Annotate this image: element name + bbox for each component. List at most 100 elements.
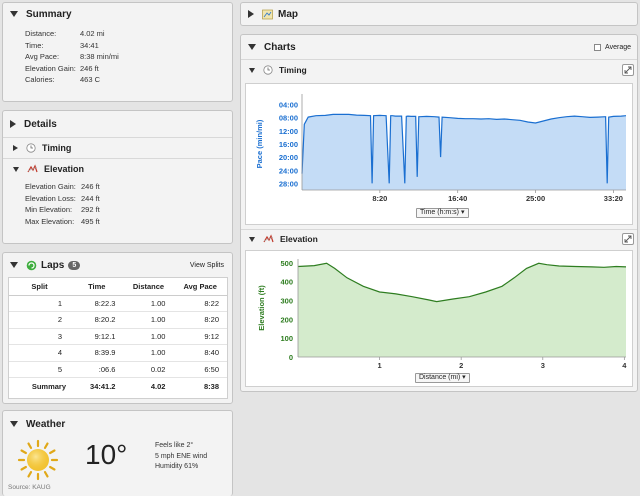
- x-tick-label: 8:20: [372, 194, 387, 203]
- timing-chart-box: 04:00 08:00 12:00 16:00 20:00 24:00 28:00 8:20 1…: [245, 83, 633, 225]
- map-header[interactable]: Map: [241, 3, 637, 25]
- details-timing-row[interactable]: Timing: [3, 138, 232, 158]
- charts-title: Charts: [264, 41, 296, 53]
- weather-panel: Weather 10° Feels like 2° 5 mph ENE wind…: [2, 410, 233, 496]
- details-title: Details: [24, 118, 57, 130]
- clock-icon: [26, 143, 36, 153]
- elevation-label: Elevation: [44, 164, 85, 174]
- view-splits-link[interactable]: View Splits: [190, 262, 224, 269]
- elevation-chart: 0 100 200 300 400 500 1 2 3 4 Elevation (ft): [257, 259, 627, 370]
- y-tick-label: 12:00: [279, 127, 298, 136]
- elevation-icon: [27, 164, 38, 173]
- average-checkbox[interactable]: [594, 43, 602, 51]
- summary-panel: Summary Distance: 4.02 mi Time: 34:41 Avg Pa…: [2, 2, 233, 102]
- laps-icon: [26, 260, 37, 270]
- collapse-icon[interactable]: [13, 166, 19, 172]
- y-tick-label: 500: [280, 259, 293, 268]
- summary-stat-row: Avg Pace: 8:38 min/mi: [25, 51, 232, 63]
- collapse-icon[interactable]: [248, 44, 256, 50]
- expand-icon[interactable]: [10, 120, 16, 128]
- table-cell: 4: [9, 344, 71, 362]
- table-row: 2 8:20.2 1.00 8:20: [9, 311, 227, 329]
- clock-icon: [263, 65, 273, 75]
- summary-stat-value: 8:38 min/mi: [80, 52, 119, 61]
- details-elevation-row[interactable]: Elevation: [3, 159, 232, 179]
- table-row: 1 8:22.3 1.00 8:22: [9, 295, 227, 312]
- table-cell: 1: [9, 295, 71, 312]
- laps-column-header[interactable]: Avg Pace: [173, 278, 227, 296]
- collapse-icon[interactable]: [10, 421, 18, 427]
- pace-chart: 04:00 08:00 12:00 16:00 20:00 24:00 28:00 8:20 1…: [255, 94, 627, 203]
- collapse-icon[interactable]: [249, 67, 255, 73]
- laps-column-header[interactable]: Distance: [123, 278, 174, 296]
- y-tick-label: 200: [280, 315, 293, 324]
- elevation-stat-value: 246 ft: [81, 182, 100, 191]
- elevation-x-dropdown-label: Distance (mi): [419, 374, 461, 381]
- summary-stat-value: 246 ft: [80, 63, 99, 73]
- table-cell: Summary: [31, 381, 67, 391]
- x-tick-label: 4: [622, 361, 627, 370]
- table-cell: 8:40: [173, 344, 227, 362]
- feels-like: Feels like 2°: [155, 442, 194, 449]
- table-cell: 0.02: [123, 361, 174, 378]
- summary-title: Summary: [26, 8, 72, 20]
- table-row: 5:06.6 0.02 6:50: [9, 361, 227, 378]
- elevation-chart-header[interactable]: Elevation: [241, 229, 637, 249]
- y-tick-label: 100: [280, 334, 293, 343]
- table-cell: 5: [9, 361, 71, 378]
- x-tick-label: 1: [378, 361, 382, 370]
- elevation-stat-label: Max Elevation:: [25, 216, 75, 226]
- x-tick-label: 16:40: [448, 194, 467, 203]
- charts-panel: Charts Average Timing 04:00 08:00 12:00 16:…: [240, 34, 638, 392]
- summary-stat-value: 463 C: [80, 75, 101, 84]
- y-tick-label: 08:00: [279, 114, 298, 123]
- collapse-icon[interactable]: [10, 11, 18, 17]
- y-axis-label: Pace (min/mi): [255, 119, 264, 168]
- elevation-chart-box: 0 100 200 300 400 500 1 2 3 4 Elevation (ft) Dista…: [245, 250, 633, 387]
- table-cell: 1.00: [123, 328, 174, 345]
- summary-stat-label: Calories:: [25, 75, 55, 84]
- average-toggle[interactable]: Average: [594, 43, 631, 51]
- elevation-stat-label: Elevation Gain:: [25, 182, 76, 191]
- summary-stat-row: Time: 34:41: [25, 40, 232, 52]
- x-tick-label: 25:00: [526, 194, 545, 203]
- timing-chart-header[interactable]: Timing: [241, 60, 637, 80]
- timing-x-dropdown[interactable]: Time (h:m:s) ▾: [416, 208, 469, 218]
- laps-title: Laps: [41, 259, 65, 271]
- y-tick-label: 16:00: [279, 140, 298, 149]
- expand-icon[interactable]: [248, 10, 254, 18]
- maximize-icon[interactable]: [622, 64, 634, 76]
- maximize-icon[interactable]: [622, 233, 634, 245]
- summary-stat-value: 4.02 mi: [80, 29, 105, 38]
- y-tick-label: 0: [289, 353, 293, 362]
- sun-icon: [17, 439, 59, 481]
- laps-table-box: Split Time Distance Avg Pace 1 8:22.3 1.00 8:2…: [8, 277, 228, 399]
- laps-summary-row: Summary 34:41.2 4.02 8:38: [9, 378, 227, 395]
- summary-header[interactable]: Summary: [3, 3, 232, 25]
- summary-stat-label: Avg Pace:: [25, 52, 60, 61]
- elevation-stat-row: Elevation Loss: 244 ft: [25, 193, 232, 205]
- laps-column-header[interactable]: Time: [70, 278, 124, 296]
- x-tick-label: 3: [541, 361, 545, 370]
- average-label: Average: [605, 43, 631, 51]
- elevation-stat-row: Max Elevation: 495 ft: [25, 216, 232, 228]
- charts-header[interactable]: Charts Average: [241, 35, 637, 59]
- laps-column-header[interactable]: Split: [9, 278, 71, 296]
- table-cell: 34:41.2: [90, 381, 116, 391]
- elevation-stat-value: 495 ft: [81, 216, 100, 226]
- elevation-stat-value: 244 ft: [81, 193, 100, 203]
- elevation-stat-value: 292 ft: [81, 205, 100, 214]
- map-panel: Map: [240, 2, 638, 26]
- table-cell: 1.00: [123, 311, 174, 329]
- weather-header[interactable]: Weather: [3, 411, 232, 437]
- table-cell: 8:22: [173, 295, 227, 312]
- details-header[interactable]: Details: [3, 111, 232, 137]
- laps-header[interactable]: Laps 5 View Splits: [3, 253, 232, 277]
- collapse-icon[interactable]: [10, 262, 18, 268]
- x-tick-label: 33:20: [604, 194, 623, 203]
- table-cell: 8:38: [203, 381, 219, 391]
- elevation-x-dropdown[interactable]: Distance (mi) ▾: [415, 373, 470, 383]
- collapse-icon[interactable]: [249, 236, 255, 242]
- laps-table-header: Split Time Distance Avg Pace: [9, 278, 227, 296]
- expand-icon[interactable]: [13, 145, 18, 151]
